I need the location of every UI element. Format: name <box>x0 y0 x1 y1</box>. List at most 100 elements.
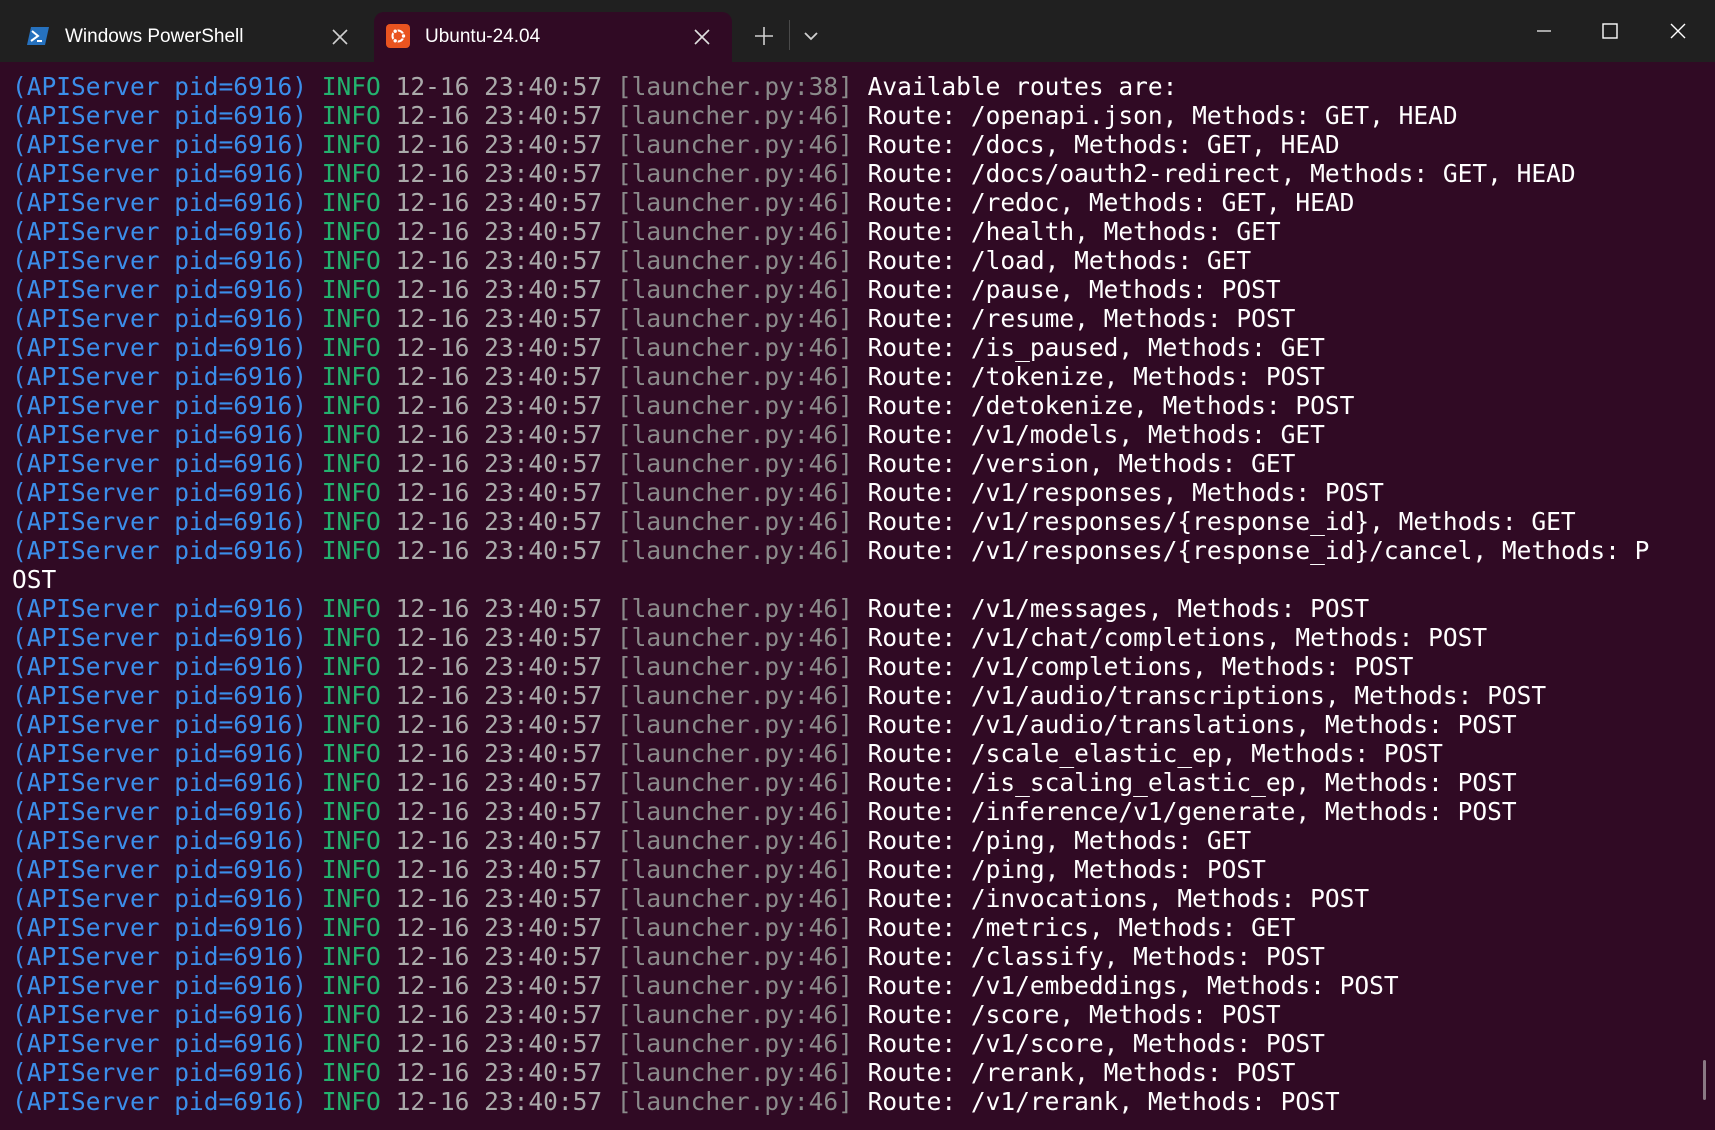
log-message: Route: /v1/models, Methods: GET <box>867 420 1325 449</box>
log-location: [launcher.py:46] <box>616 826 853 855</box>
log-line: (APIServer pid=6916) INFO 12-16 23:40:57… <box>12 333 1702 362</box>
log-timestamp: 12-16 23:40:57 <box>395 391 603 420</box>
log-level: INFO <box>321 449 381 478</box>
log-location: [launcher.py:46] <box>616 681 853 710</box>
log-line: (APIServer pid=6916) INFO 12-16 23:40:57… <box>12 710 1702 739</box>
log-source: (APIServer pid=6916) <box>12 855 308 884</box>
log-location: [launcher.py:46] <box>616 449 853 478</box>
log-timestamp: 12-16 23:40:57 <box>395 333 603 362</box>
log-line: (APIServer pid=6916) INFO 12-16 23:40:57… <box>12 1058 1702 1087</box>
log-location: [launcher.py:46] <box>616 971 853 1000</box>
log-source: (APIServer pid=6916) <box>12 1029 308 1058</box>
log-level: INFO <box>321 594 381 623</box>
log-level: INFO <box>321 913 381 942</box>
log-source: (APIServer pid=6916) <box>12 1087 308 1116</box>
log-line: (APIServer pid=6916) INFO 12-16 23:40:57… <box>12 768 1702 797</box>
log-message: Route: /scale_elastic_ep, Methods: POST <box>867 739 1443 768</box>
tab-ubuntu-24-04[interactable]: Ubuntu-24.04 <box>374 12 732 62</box>
log-source: (APIServer pid=6916) <box>12 768 308 797</box>
log-level: INFO <box>321 72 381 101</box>
log-location: [launcher.py:46] <box>616 1058 853 1087</box>
log-timestamp: 12-16 23:40:57 <box>395 217 603 246</box>
log-line: (APIServer pid=6916) INFO 12-16 23:40:57… <box>12 188 1702 217</box>
log-source: (APIServer pid=6916) <box>12 391 308 420</box>
log-level: INFO <box>321 188 381 217</box>
log-timestamp: 12-16 23:40:57 <box>395 826 603 855</box>
log-message: Route: /is_scaling_elastic_ep, Methods: … <box>867 768 1517 797</box>
log-location: [launcher.py:46] <box>616 159 853 188</box>
log-line: (APIServer pid=6916) INFO 12-16 23:40:57… <box>12 652 1702 681</box>
log-line: (APIServer pid=6916) INFO 12-16 23:40:57… <box>12 130 1702 159</box>
log-location: [launcher.py:46] <box>616 710 853 739</box>
log-line: (APIServer pid=6916) INFO 12-16 23:40:57… <box>12 391 1702 420</box>
log-source: (APIServer pid=6916) <box>12 304 308 333</box>
log-message: Route: /docs, Methods: GET, HEAD <box>867 130 1340 159</box>
log-level: INFO <box>321 739 381 768</box>
scrollbar-thumb[interactable] <box>1703 1060 1706 1100</box>
log-location: [launcher.py:46] <box>616 768 853 797</box>
log-level: INFO <box>321 159 381 188</box>
log-location: [launcher.py:46] <box>616 130 853 159</box>
log-source: (APIServer pid=6916) <box>12 884 308 913</box>
log-line: (APIServer pid=6916) INFO 12-16 23:40:57… <box>12 449 1702 478</box>
log-timestamp: 12-16 23:40:57 <box>395 739 603 768</box>
log-location: [launcher.py:38] <box>616 72 853 101</box>
log-location: [launcher.py:46] <box>616 942 853 971</box>
log-message: Route: /redoc, Methods: GET, HEAD <box>867 188 1355 217</box>
log-level: INFO <box>321 130 381 159</box>
log-timestamp: 12-16 23:40:57 <box>395 362 603 391</box>
log-message: Route: /score, Methods: POST <box>867 1000 1281 1029</box>
log-source: (APIServer pid=6916) <box>12 507 308 536</box>
log-timestamp: 12-16 23:40:57 <box>395 130 603 159</box>
log-location: [launcher.py:46] <box>616 333 853 362</box>
log-source: (APIServer pid=6916) <box>12 420 308 449</box>
log-source: (APIServer pid=6916) <box>12 1058 308 1087</box>
log-line: (APIServer pid=6916) INFO 12-16 23:40:57… <box>12 536 1702 565</box>
tab-windows-powershell[interactable]: Windows PowerShell <box>0 12 372 62</box>
log-level: INFO <box>321 217 381 246</box>
log-timestamp: 12-16 23:40:57 <box>395 275 603 304</box>
log-line: (APIServer pid=6916) INFO 12-16 23:40:57… <box>12 1087 1702 1116</box>
log-location: [launcher.py:46] <box>616 652 853 681</box>
maximize-icon[interactable] <box>1598 19 1622 43</box>
log-source: (APIServer pid=6916) <box>12 971 308 1000</box>
log-line: (APIServer pid=6916) INFO 12-16 23:40:57… <box>12 217 1702 246</box>
minimize-icon[interactable] <box>1532 19 1556 43</box>
log-level: INFO <box>321 362 381 391</box>
log-message: Route: /v1/score, Methods: POST <box>867 1029 1325 1058</box>
log-timestamp: 12-16 23:40:57 <box>395 710 603 739</box>
log-source: (APIServer pid=6916) <box>12 333 308 362</box>
log-level: INFO <box>321 681 381 710</box>
plus-icon[interactable] <box>752 24 776 48</box>
close-icon[interactable] <box>1666 19 1690 43</box>
log-location: [launcher.py:46] <box>616 188 853 217</box>
close-icon[interactable] <box>329 26 351 48</box>
log-source: (APIServer pid=6916) <box>12 652 308 681</box>
log-message: Route: /metrics, Methods: GET <box>867 913 1296 942</box>
log-level: INFO <box>321 826 381 855</box>
log-timestamp: 12-16 23:40:57 <box>395 478 603 507</box>
log-source: (APIServer pid=6916) <box>12 826 308 855</box>
log-line: (APIServer pid=6916) INFO 12-16 23:40:57… <box>12 1000 1702 1029</box>
log-source: (APIServer pid=6916) <box>12 159 308 188</box>
log-message: Route: /classify, Methods: POST <box>867 942 1325 971</box>
terminal-output[interactable]: (APIServer pid=6916) INFO 12-16 23:40:57… <box>12 72 1702 1116</box>
close-icon[interactable] <box>691 26 713 48</box>
chevron-down-icon[interactable] <box>799 24 823 48</box>
title-bar: Windows PowerShell Ubuntu-24.04 <box>0 0 1715 62</box>
log-source: (APIServer pid=6916) <box>12 217 308 246</box>
log-message: Route: /v1/responses/{response_id}/cance… <box>867 536 1650 565</box>
log-source: (APIServer pid=6916) <box>12 913 308 942</box>
log-source: (APIServer pid=6916) <box>12 72 308 101</box>
log-level: INFO <box>321 391 381 420</box>
log-timestamp: 12-16 23:40:57 <box>395 652 603 681</box>
log-level: INFO <box>321 623 381 652</box>
log-level: INFO <box>321 1000 381 1029</box>
log-timestamp: 12-16 23:40:57 <box>395 1000 603 1029</box>
tab-label: Windows PowerShell <box>65 26 244 47</box>
log-message: Route: /v1/completions, Methods: POST <box>867 652 1414 681</box>
log-location: [launcher.py:46] <box>616 101 853 130</box>
log-message: Route: /is_paused, Methods: GET <box>867 333 1325 362</box>
log-level: INFO <box>321 507 381 536</box>
log-location: [launcher.py:46] <box>616 1029 853 1058</box>
